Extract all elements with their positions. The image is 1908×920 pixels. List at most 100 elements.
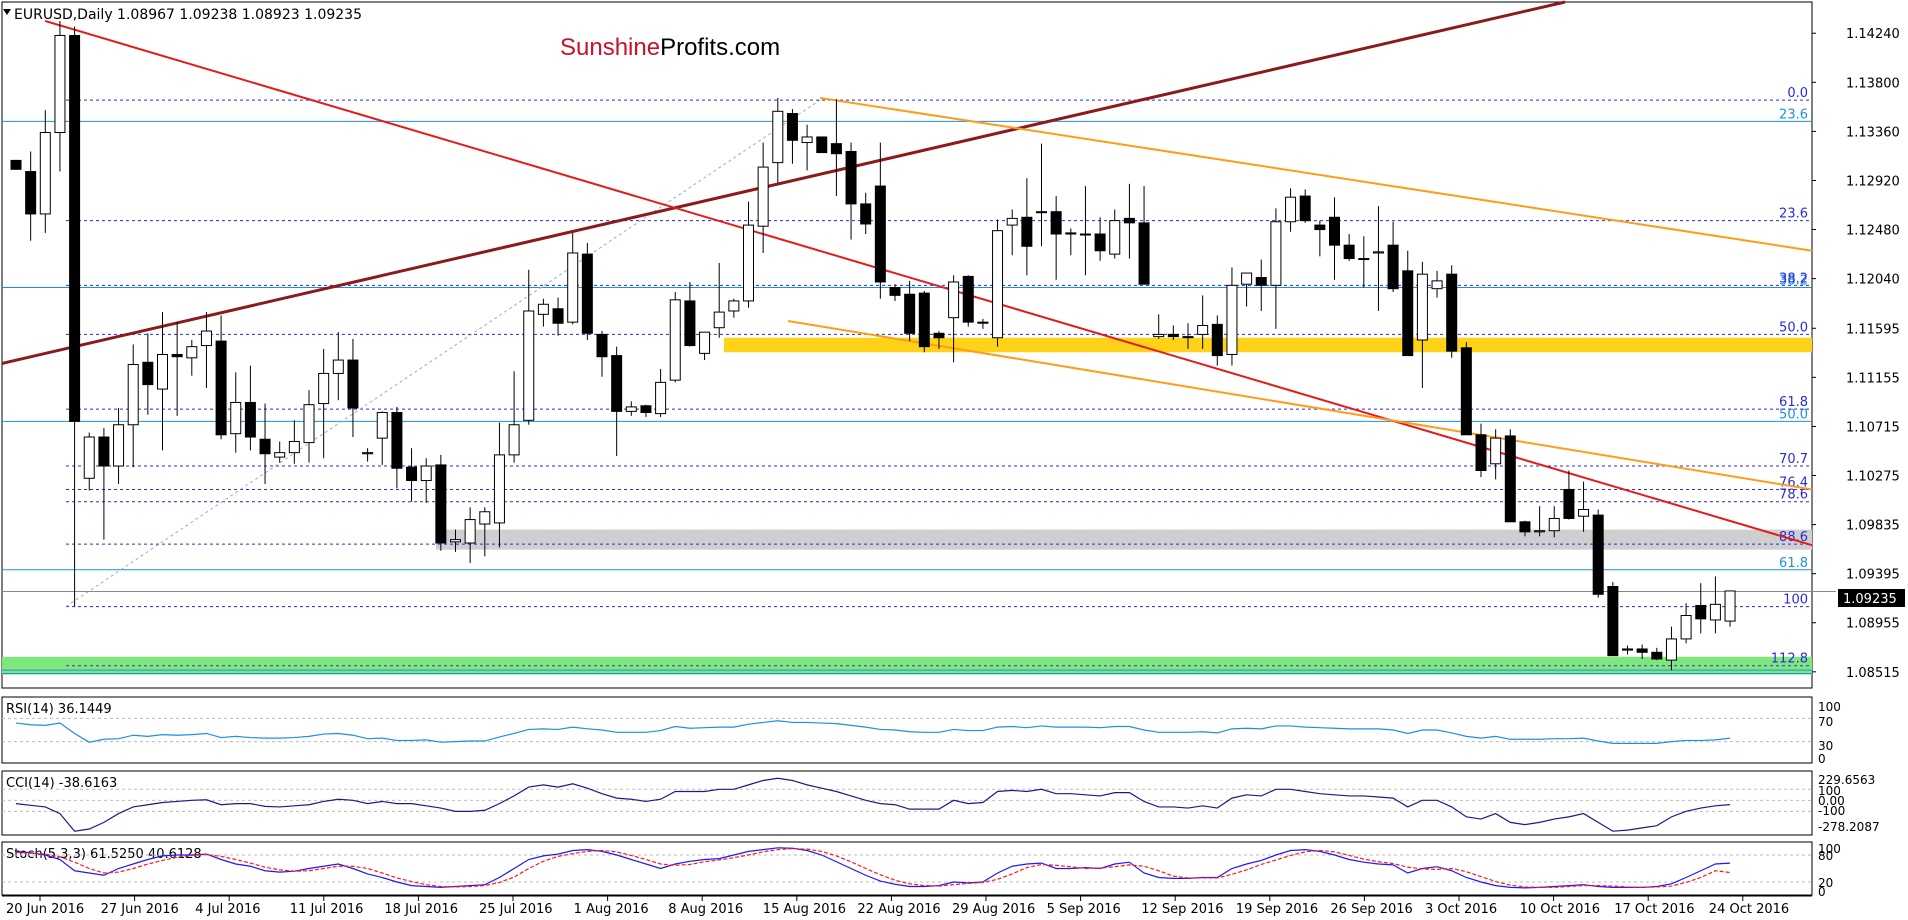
candle-body [406,466,418,482]
candle-body [786,113,798,141]
candle-body [1343,244,1355,260]
candle-body [962,275,974,323]
candle-body [1094,233,1106,252]
candle-body [889,287,901,296]
candle-body [611,355,623,412]
candle-body [845,150,857,205]
indicator-panels: RSI(14) 36.1449 10070300CCI(14) -38.6163 2… [1,696,1880,899]
cci-tick-label: -278.2087 [1818,820,1880,834]
candle-body [1006,217,1018,226]
candle-body [699,331,711,354]
candle-body [332,359,344,374]
candle-body [567,252,579,323]
fib-label-blue: 50.0 [1779,320,1808,335]
candle-body [1446,273,1458,352]
candle-body [801,136,813,144]
candle-body [1021,216,1033,247]
date-tick-label: 24 Oct 2016 [1709,902,1789,917]
candle-body [1460,347,1472,436]
candle-body [1475,434,1487,471]
date-tick-label: 26 Sep 2016 [1330,902,1412,917]
candle-body [596,333,608,358]
date-tick-label: 15 Aug 2016 [763,902,846,917]
candle-body [1416,273,1428,341]
candle-body [435,464,447,544]
candle-body [1724,590,1736,622]
candle-body [1109,220,1121,255]
candle-body [933,332,945,339]
candle-body [1270,221,1282,286]
candle-body [1622,648,1633,651]
candle-body [904,293,916,334]
candle-body [1578,509,1590,517]
candle-body [25,171,37,215]
candle-body [669,299,681,381]
rsi-panel-title: RSI(14) 36.1449 [6,702,112,717]
fib-label-blue: 70.7 [1779,452,1808,467]
candle-body [39,132,51,215]
candle-body [1548,517,1560,532]
candle-body [1226,284,1238,355]
candle-body [1431,280,1443,290]
candle-body [230,401,242,435]
sunshine-profits-logo: SunshineProfits.com [560,34,780,61]
date-tick-label: 20 Jun 2016 [6,902,84,917]
fib-label-lightblue: 23.6 [1779,107,1808,122]
candle-body [1592,514,1604,595]
candle-body [1138,222,1150,285]
candle-body [479,511,491,525]
candle-body [244,401,256,438]
price-tick-label: 1.09835 [1846,519,1900,534]
candle-body [1197,324,1209,335]
date-tick-label: 27 Jun 2016 [101,902,179,917]
date-tick-label: 11 Jul 2016 [290,902,364,917]
date-tick-label: 29 Aug 2016 [952,902,1035,917]
date-tick-label: 3 Oct 2016 [1425,902,1497,917]
date-axis: 20 Jun 2016 27 Jun 2016 4 Jul 2016 11 Jul 2… [2,895,1812,917]
candle-body [98,436,110,467]
price-tick-label: 1.11595 [1846,322,1900,337]
candle-body [757,166,769,227]
candle-body [830,143,842,155]
candle-body [1358,258,1370,261]
resistance-zone-yellow [724,337,1812,353]
price-tick-label: 1.10275 [1846,470,1900,485]
cci-panel-frame [1,770,1813,836]
candle-body [347,359,359,409]
price-tick-label: 1.08515 [1846,666,1900,681]
chart-canvas: 23.638.250.061.80.023.638.250.061.870.77… [1,0,1905,917]
candle-body [10,159,22,170]
candle-body [728,300,740,312]
candle-body [83,436,95,479]
logo-part-profits: Profits.com [660,34,780,61]
candle-body [1680,614,1692,640]
price-axis: 1.14240 1.13800 1.13360 1.12920 1.12480 1.120… [1812,27,1900,681]
candle-body [1607,585,1619,657]
candle-body [186,346,198,359]
candle-body [1299,195,1311,222]
candle-body [977,321,989,324]
candle-body [1665,638,1677,661]
price-tick-label: 1.12480 [1846,224,1900,239]
candle-body [713,311,725,329]
candle-body [1387,244,1399,290]
fib-label-blue: 78.6 [1779,488,1808,503]
candle-body [640,405,652,413]
rsi-tick-label: 0 [1818,752,1826,766]
candle-body [54,34,66,134]
candle-body [171,353,183,358]
price-tick-label: 1.13360 [1846,125,1900,140]
price-tick-label: 1.08955 [1846,617,1900,632]
date-tick-label: 22 Aug 2016 [857,902,940,917]
current-price-label: 1.09235 [1843,592,1897,607]
candle-body [391,411,403,469]
candle-body [69,34,81,422]
candle-body [215,340,227,436]
price-tick-label: 1.11155 [1846,371,1900,386]
price-tick-label: 1.09395 [1846,568,1900,583]
candle-body [1695,604,1707,620]
candle-body [1211,323,1223,357]
candle-body [874,185,886,283]
candle-body [1372,251,1384,254]
candle-body [523,310,535,421]
